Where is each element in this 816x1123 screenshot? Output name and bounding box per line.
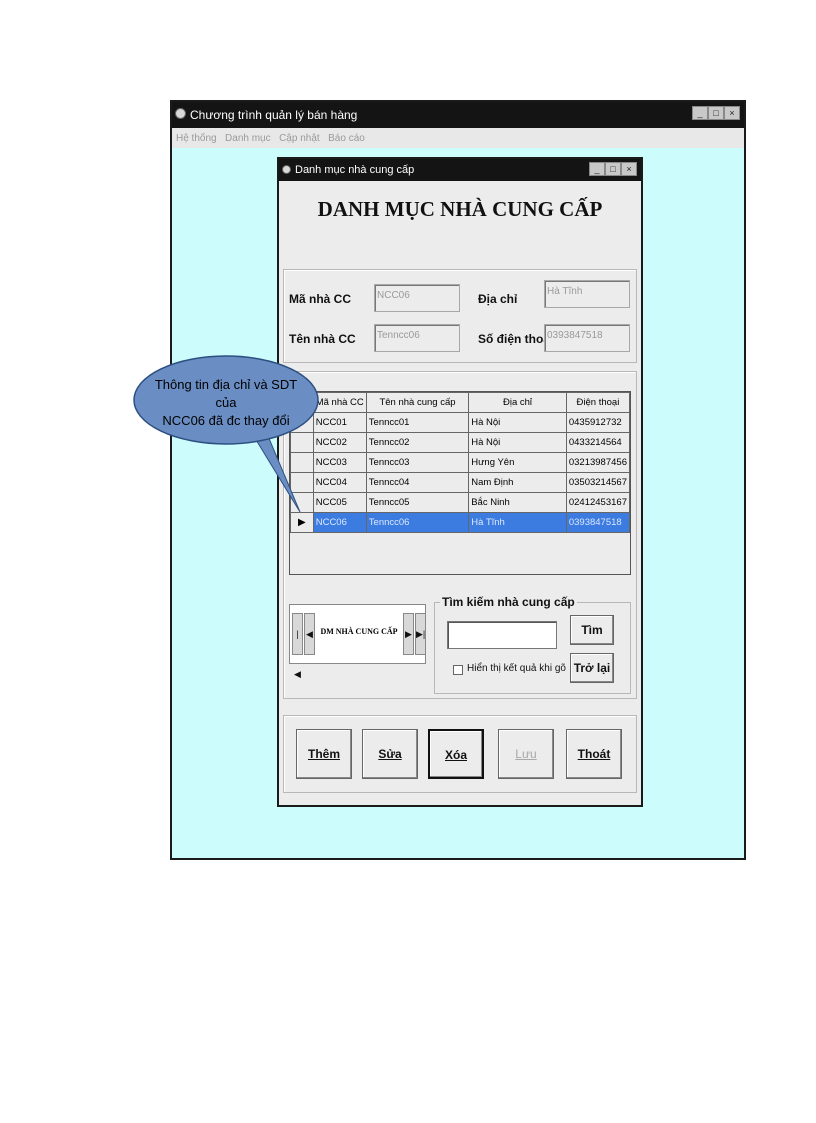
- table-row-selected[interactable]: ▶ NCC06 Tenncc06 Hà Tĩnh 0393847518: [290, 512, 631, 533]
- ma-ncc-label: Mã nhà CC: [289, 292, 352, 306]
- table-cell: Hà Nội: [468, 432, 567, 453]
- table-cell: Hưng Yên: [468, 452, 567, 473]
- table-cell: Tenncc02: [365, 432, 470, 453]
- show-results-checkbox[interactable]: [453, 665, 463, 675]
- ten-ncc-field[interactable]: Tenncc06: [374, 324, 460, 352]
- table-row[interactable]: NCC05 Tenncc05 Bắc Ninh 02412453167: [290, 492, 631, 513]
- menu-cap-nhat[interactable]: Cập nhật: [279, 133, 320, 144]
- find-button[interactable]: Tìm: [570, 615, 614, 645]
- so-dien-thoai-label: Số điện thoại: [478, 332, 554, 346]
- menu-bao-cao[interactable]: Báo cáo: [328, 133, 365, 144]
- search-group-legend: Tìm kiếm nhà cung cấp: [440, 595, 577, 609]
- table-row[interactable]: NCC02 Tenncc02 Hà Nội 0433214564: [290, 432, 631, 453]
- add-button[interactable]: Thêm: [296, 729, 352, 779]
- table-cell: Hà Tĩnh: [468, 512, 567, 533]
- table-row[interactable]: NCC03 Tenncc03 Hưng Yên 03213987456: [290, 452, 631, 473]
- main-window: Chương trình quản lý bán hàng _ □ × Hệ t…: [170, 100, 746, 860]
- table-row[interactable]: NCC01 Tenncc01 Hà Nội 0435912732: [290, 412, 631, 433]
- table-cell: 0435912732: [565, 412, 631, 433]
- close-icon[interactable]: ×: [724, 106, 740, 120]
- column-header[interactable]: Điện thoại: [565, 392, 631, 413]
- child-minimize-icon[interactable]: _: [589, 162, 605, 176]
- dia-chi-field[interactable]: Hà Tĩnh: [544, 280, 630, 308]
- table-cell: 03213987456: [565, 452, 631, 473]
- ten-ncc-label: Tên nhà CC: [289, 332, 356, 346]
- navigator-caption: DM NHÀ CUNG CẤP: [320, 627, 398, 636]
- table-cell: NCC04: [312, 472, 367, 493]
- page-title: DANH MỤC NHÀ CUNG CẤP: [317, 197, 603, 221]
- maximize-icon[interactable]: □: [708, 106, 724, 120]
- table-cell: 0433214564: [565, 432, 631, 453]
- table-cell: Tenncc01: [365, 412, 470, 433]
- table-header-row: Mã nhà CC Tên nhà cung cấp Địa chỉ Điện …: [290, 392, 631, 413]
- supplier-grid[interactable]: Mã nhà CC Tên nhà cung cấp Địa chỉ Điện …: [289, 391, 631, 575]
- app-icon: [175, 108, 186, 119]
- table-cell: Hà Nội: [468, 412, 567, 433]
- callout-line-2: NCC06 đã đc thay đổi: [162, 413, 290, 428]
- supplier-window: Danh mục nhà cung cấp _ □ × DANH MỤC NHÀ…: [277, 157, 643, 807]
- table-row[interactable]: NCC04 Tenncc04 Nam Định 03503214567: [290, 472, 631, 493]
- so-dien-thoai-field[interactable]: 0393847518: [544, 324, 630, 352]
- next-record-button[interactable]: ▶: [403, 613, 414, 655]
- column-header[interactable]: Địa chỉ: [468, 392, 567, 413]
- supplier-info-panel: Mã nhà CC NCC06 Tên nhà CC Tenncc06 Địa …: [283, 269, 637, 363]
- table-cell: Tenncc05: [365, 492, 470, 513]
- exit-button[interactable]: Thoát: [566, 729, 622, 779]
- minimize-icon[interactable]: _: [692, 106, 708, 120]
- show-results-label: Hiển thị kết quả khi gõ: [467, 663, 566, 674]
- row-indicator[interactable]: [290, 432, 314, 453]
- back-button[interactable]: Trở lại: [570, 653, 614, 683]
- column-header[interactable]: Tên nhà cung cấp: [365, 392, 470, 413]
- save-button[interactable]: Lưu: [498, 729, 554, 779]
- prev-record-button[interactable]: ◀: [304, 613, 315, 655]
- child-window-icon: [282, 165, 291, 174]
- menu-danh-muc[interactable]: Danh mục: [225, 133, 271, 144]
- ma-ncc-field[interactable]: NCC06: [374, 284, 460, 312]
- row-indicator[interactable]: [290, 472, 314, 493]
- table-cell: Nam Định: [468, 472, 567, 493]
- table-cell: 02412453167: [565, 492, 631, 513]
- menu-bar: Hệ thống Danh mục Cập nhật Báo cáo: [172, 128, 744, 148]
- search-input[interactable]: [447, 621, 557, 649]
- table-cell: NCC06: [312, 512, 367, 533]
- table-cell: NCC03: [312, 452, 367, 473]
- column-header[interactable]: Mã nhà CC: [312, 392, 367, 413]
- child-maximize-icon[interactable]: □: [605, 162, 621, 176]
- supplier-table: Mã nhà CC Tên nhà cung cấp Địa chỉ Điện …: [290, 392, 631, 533]
- table-cell: Tenncc03: [365, 452, 470, 473]
- supplier-window-title: Danh mục nhà cung cấp: [295, 164, 415, 176]
- main-window-title: Chương trình quản lý bán hàng: [190, 108, 358, 122]
- table-cell: Tenncc04: [365, 472, 470, 493]
- table-cell: NCC02: [312, 432, 367, 453]
- callout-text: Thông tin địa chỉ và SDT của NCC06 đã đc…: [146, 376, 306, 430]
- row-indicator[interactable]: [290, 492, 314, 513]
- table-cell: NCC05: [312, 492, 367, 513]
- row-indicator[interactable]: [290, 452, 314, 473]
- last-record-button[interactable]: ▶|: [415, 613, 426, 655]
- first-record-button[interactable]: |◀: [292, 613, 303, 679]
- supplier-title-bar[interactable]: Danh mục nhà cung cấp _ □ ×: [279, 159, 641, 181]
- search-group: Tìm kiếm nhà cung cấp Tìm Trở lại Hiển t…: [434, 595, 631, 694]
- menu-he-thong[interactable]: Hệ thống: [176, 133, 217, 144]
- child-close-icon[interactable]: ×: [621, 162, 637, 176]
- row-pointer-icon[interactable]: ▶: [290, 512, 314, 533]
- table-cell: Tenncc06: [365, 512, 470, 533]
- main-title-bar[interactable]: Chương trình quản lý bán hàng _ □ ×: [172, 102, 744, 128]
- table-cell: 0393847518: [565, 512, 631, 533]
- edit-button[interactable]: Sửa: [362, 729, 418, 779]
- delete-button[interactable]: Xóa: [428, 729, 484, 779]
- table-cell: NCC01: [312, 412, 367, 433]
- dia-chi-label: Địa chỉ: [478, 292, 518, 306]
- callout-line-1: Thông tin địa chỉ và SDT của: [154, 377, 298, 410]
- table-cell: Bắc Ninh: [468, 492, 567, 513]
- table-cell: 03503214567: [565, 472, 631, 493]
- record-navigator: |◀ ◀ DM NHÀ CUNG CẤP ▶ ▶|: [289, 604, 426, 679]
